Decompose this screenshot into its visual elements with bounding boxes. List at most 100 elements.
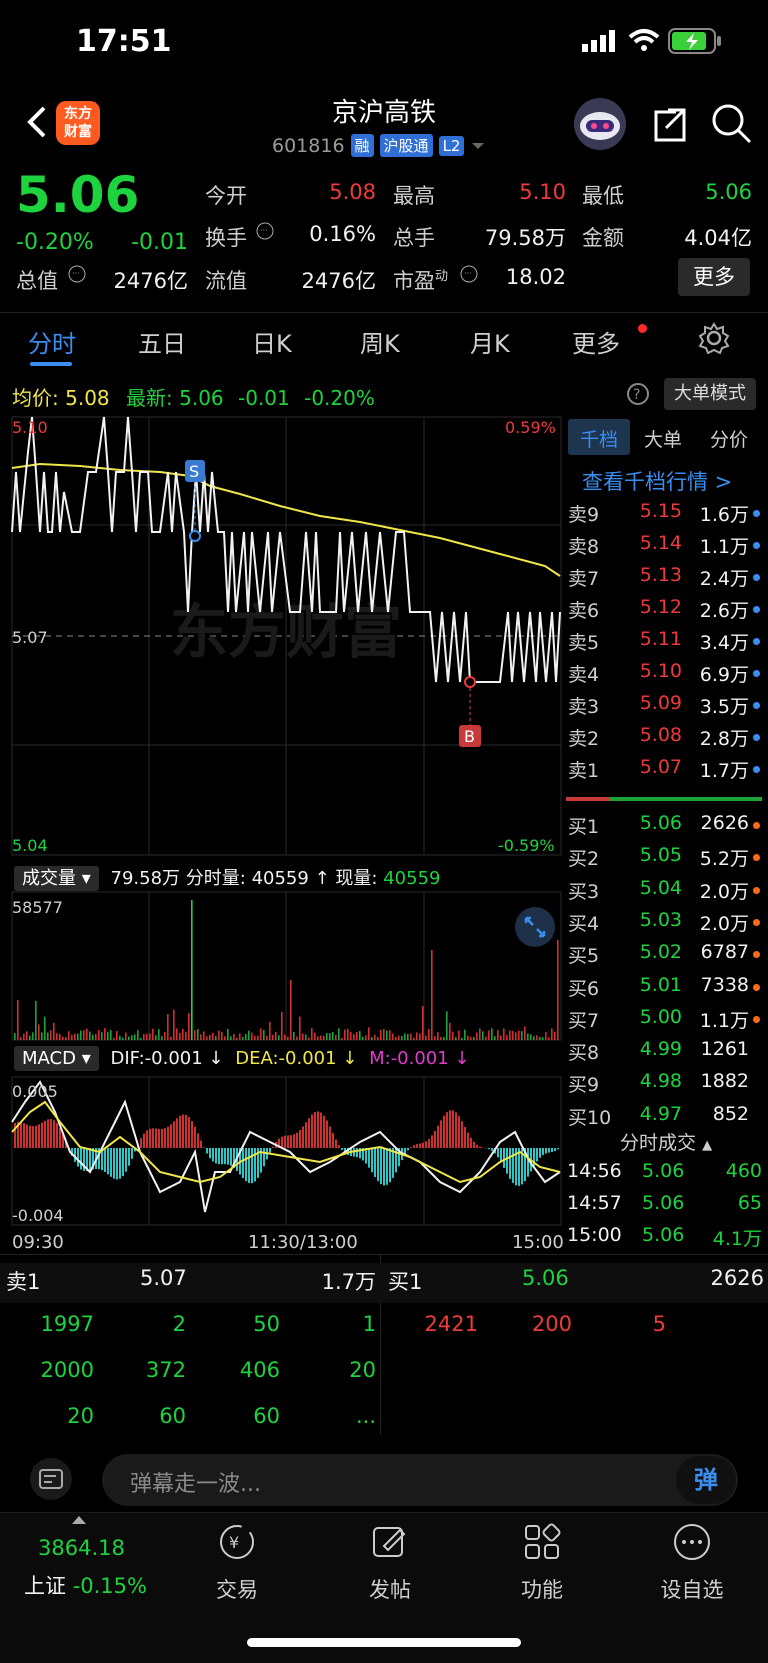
macd-selector[interactable]: MACD ▾ <box>14 1046 99 1071</box>
volume-bar <box>83 1030 85 1040</box>
info-icon[interactable]: ··· <box>460 265 478 283</box>
tab-five-day[interactable]: 五日 <box>138 324 186 359</box>
queue-ask-cell: ... <box>296 1404 376 1428</box>
ask-level-volume: 3.4万 <box>681 628 749 655</box>
tab-monthly-k[interactable]: 月K <box>470 324 510 359</box>
volume-bar <box>314 1033 316 1040</box>
tab-intraday[interactable]: 分时 <box>28 324 76 359</box>
functions-icon[interactable] <box>522 1522 562 1562</box>
queue-ask-cell: 1997 <box>14 1312 94 1336</box>
bid-level-label: 买10 <box>568 1103 611 1130</box>
ask-level-label: 卖9 <box>568 500 599 527</box>
info-icon[interactable]: ··· <box>256 222 274 240</box>
macd-bar <box>194 1127 196 1148</box>
volume-bar <box>236 1038 238 1040</box>
macd-bar <box>107 1148 109 1174</box>
volume-bar <box>32 1032 34 1040</box>
volume-max-label: 58577 <box>12 898 63 917</box>
add-watchlist-icon[interactable] <box>672 1522 712 1562</box>
macd-bar <box>299 1130 301 1148</box>
index-row[interactable]: 上证 -0.15% <box>24 1570 147 1600</box>
volume-bar <box>194 1030 196 1040</box>
share-icon[interactable] <box>650 104 690 144</box>
tick-vol: 40559 <box>252 868 309 889</box>
search-icon[interactable] <box>710 102 752 144</box>
assistant-robot-icon[interactable] <box>574 98 626 150</box>
volume-bar <box>143 1034 145 1040</box>
rp-tab-depth[interactable]: 千档 <box>580 425 618 452</box>
volume-bar <box>323 1036 325 1040</box>
macd-bar <box>80 1148 82 1170</box>
tab-daily-k[interactable]: 日K <box>252 324 292 359</box>
macd-legend: MACD ▾ DIF:-0.001 ↓ DEA:-0.001 ↓ M:-0.00… <box>14 1048 470 1069</box>
macd-bar <box>287 1135 289 1148</box>
volume-bar <box>524 1027 526 1040</box>
volume-bar <box>149 1033 151 1040</box>
volume-bar <box>341 1038 343 1040</box>
macd-bar <box>140 1138 142 1148</box>
big-order-mode-button[interactable]: 大单模式 <box>664 378 756 410</box>
queue-ask-cell: 60 <box>106 1404 186 1428</box>
macd-bar <box>329 1126 331 1148</box>
trades-title[interactable]: 分时成交 ▲ <box>620 1128 712 1155</box>
post-icon[interactable] <box>370 1522 410 1562</box>
rp-tab-big-order[interactable]: 大单 <box>644 425 682 452</box>
trade-time: 14:56 <box>567 1160 622 1182</box>
comment-list-icon[interactable] <box>30 1458 72 1500</box>
ask-level-volume: 2.8万 <box>681 724 749 751</box>
nav-trade[interactable]: 交易 <box>177 1574 297 1604</box>
volume-bar <box>197 1029 199 1040</box>
tab-more[interactable]: 更多 <box>572 324 620 359</box>
volume-bar <box>503 1029 505 1040</box>
sell-point-dot <box>190 531 200 541</box>
mktcap-value: 2476亿 <box>96 265 188 295</box>
danmu-placeholder: 弹幕走一波... <box>130 1466 261 1498</box>
volume-bar <box>356 1032 358 1040</box>
battery-icon <box>668 28 722 54</box>
volume-value: 79.58万 <box>470 222 566 252</box>
expand-icon[interactable] <box>514 906 556 948</box>
volume-bar <box>494 1036 496 1040</box>
index-value[interactable]: 3864.18 <box>38 1536 125 1560</box>
volume-bar <box>140 1038 142 1040</box>
macd-bar <box>191 1121 193 1148</box>
volume-selector[interactable]: 成交量 ▾ <box>14 866 99 891</box>
settings-gear-icon[interactable] <box>698 322 730 354</box>
volume-bar <box>332 1032 334 1040</box>
macd-bar <box>197 1133 199 1148</box>
queue-ask-cell: 60 <box>200 1404 280 1428</box>
current-price: 5.06 <box>16 166 139 224</box>
nav-post[interactable]: 发帖 <box>330 1574 450 1604</box>
volume-bar <box>200 1034 202 1040</box>
trade-icon[interactable]: ¥ <box>217 1522 257 1562</box>
macd-bar <box>458 1116 460 1148</box>
volume-bar <box>302 1034 304 1040</box>
help-icon[interactable]: ? <box>626 382 650 406</box>
macd-bar <box>491 1148 493 1151</box>
macd-bar <box>212 1148 214 1162</box>
bid-level-volume: 1.1万 <box>681 1006 749 1033</box>
tab-weekly-k[interactable]: 周K <box>360 324 400 359</box>
macd-bar <box>296 1133 298 1148</box>
ask-level-dot <box>753 734 760 741</box>
view-depth-link[interactable]: 查看千档行情 > <box>582 466 732 496</box>
nav-add-watchlist[interactable]: 设自选 <box>632 1574 752 1604</box>
macd-bar <box>356 1148 358 1157</box>
volume-total: 79.58万 <box>111 868 181 889</box>
danmu-toggle-button[interactable]: 弹 <box>676 1456 736 1504</box>
ask-level-volume: 1.6万 <box>681 500 749 527</box>
stock-subtitle[interactable]: 601816 融 沪股通 L2 <box>272 134 486 157</box>
ask-level-price: 5.11 <box>620 628 682 650</box>
intraday-chart[interactable]: 东方财富 S B <box>0 412 562 1252</box>
volume-bar <box>122 1038 124 1040</box>
volume-bar <box>347 1029 349 1040</box>
low-label: 最低 <box>582 180 624 210</box>
rp-tab-price-dist[interactable]: 分价 <box>710 425 748 452</box>
info-icon[interactable]: ··· <box>68 265 86 283</box>
macd-bar <box>128 1148 130 1166</box>
nav-functions[interactable]: 功能 <box>482 1574 602 1604</box>
volume-bar <box>74 1034 76 1040</box>
volume-bar <box>38 1024 40 1040</box>
more-button[interactable]: 更多 <box>678 258 750 296</box>
pe-label-text: 市盈 <box>393 269 435 293</box>
